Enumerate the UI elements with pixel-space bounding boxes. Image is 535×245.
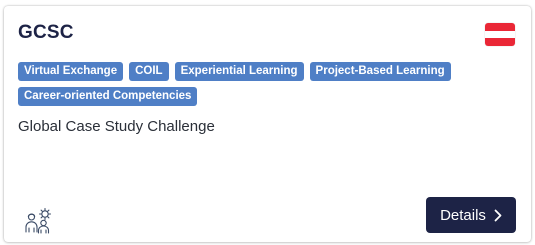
card-title: GCSC (18, 22, 74, 43)
details-button[interactable]: Details (426, 197, 516, 233)
tag: Virtual Exchange (18, 62, 124, 81)
austria-flag-icon (485, 23, 515, 46)
tag: Career-oriented Competencies (18, 87, 198, 106)
people-collaboration-icon (25, 207, 52, 234)
tag: COIL (129, 62, 169, 81)
tag: Project-Based Learning (309, 62, 451, 81)
program-card: GCSC Virtual Exchange COIL Experiential … (4, 6, 531, 242)
tag-list: Virtual Exchange COIL Experiential Learn… (18, 62, 478, 106)
tag: Experiential Learning (174, 62, 304, 81)
details-button-label: Details (440, 206, 486, 224)
card-description: Global Case Study Challenge (18, 118, 215, 135)
chevron-right-icon (494, 209, 502, 221)
